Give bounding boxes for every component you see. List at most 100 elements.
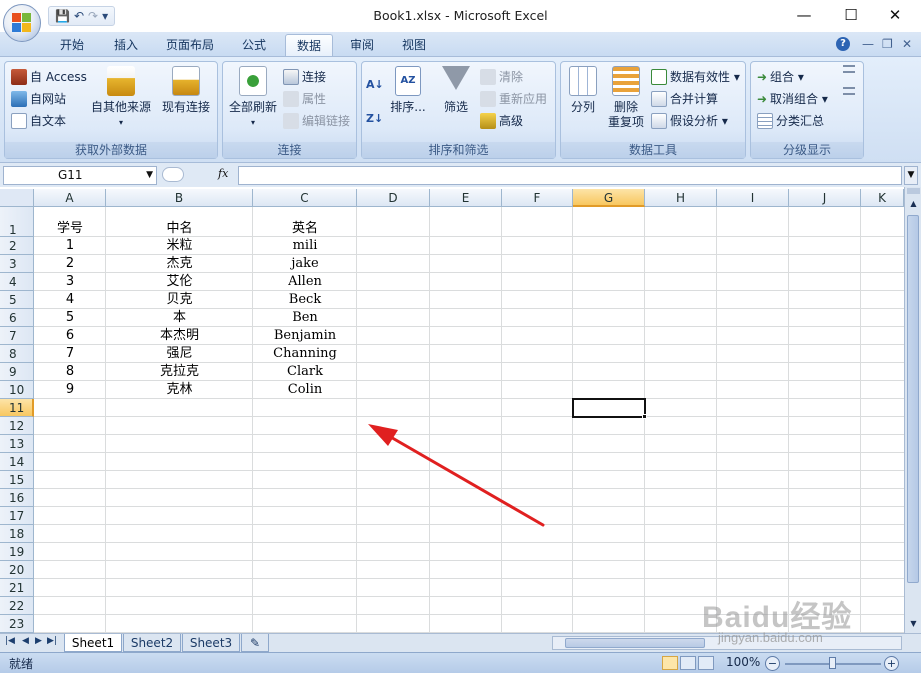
table-cell[interactable]: 1 xyxy=(34,237,106,255)
clear-filter-button[interactable]: 清除 xyxy=(480,68,523,85)
minimize-button[interactable]: — xyxy=(786,4,822,26)
existing-connections-button[interactable]: 现有连接 xyxy=(157,66,215,115)
first-sheet-icon[interactable]: |◀ xyxy=(5,636,15,646)
header-cell[interactable]: 英名 xyxy=(253,207,357,237)
zoom-level[interactable]: 100% xyxy=(726,655,760,669)
row-header-11[interactable]: 11 xyxy=(0,399,34,417)
from-access-button[interactable]: 自 Access xyxy=(11,68,87,85)
tab-review[interactable]: 审阅 xyxy=(340,34,384,56)
table-cell[interactable]: Beck xyxy=(253,291,357,309)
tab-view[interactable]: 视图 xyxy=(392,34,436,56)
tab-page-layout[interactable]: 页面布局 xyxy=(158,34,222,56)
what-if-analysis-button[interactable]: 假设分析 ▾ xyxy=(651,112,728,129)
table-cell[interactable]: Allen xyxy=(253,273,357,291)
row-header-22[interactable]: 22 xyxy=(0,597,34,615)
scroll-up-icon[interactable]: ▲ xyxy=(907,197,920,210)
tab-data[interactable]: 数据 xyxy=(285,34,333,56)
reapply-button[interactable]: 重新应用 xyxy=(480,90,547,107)
column-header-c[interactable]: C xyxy=(253,189,357,207)
select-all-button[interactable] xyxy=(0,189,34,207)
ungroup-button[interactable]: ➜ 取消组合 ▾ xyxy=(757,90,828,107)
row-header-20[interactable]: 20 xyxy=(0,561,34,579)
row-header-7[interactable]: 7 xyxy=(0,327,34,345)
table-cell[interactable]: 3 xyxy=(34,273,106,291)
vertical-scrollbar[interactable]: ▲ ▼ xyxy=(904,187,921,635)
header-cell[interactable]: 学号 xyxy=(34,207,106,237)
sort-button[interactable]: AZ 排序... xyxy=(388,66,428,115)
table-cell[interactable]: 7 xyxy=(34,345,106,363)
table-cell[interactable]: Colin xyxy=(253,381,357,399)
table-cell[interactable]: 米粒 xyxy=(106,237,253,255)
data-validation-button[interactable]: 数据有效性 ▾ xyxy=(651,68,740,85)
active-cell[interactable] xyxy=(572,398,646,418)
zoom-out-icon[interactable]: − xyxy=(765,656,780,671)
row-header-15[interactable]: 15 xyxy=(0,471,34,489)
vertical-scroll-thumb[interactable] xyxy=(907,215,919,583)
table-cell[interactable]: Benjamin xyxy=(253,327,357,345)
table-cell[interactable]: 杰克 xyxy=(106,255,253,273)
next-sheet-icon[interactable]: ▶ xyxy=(35,636,42,646)
help-icon[interactable]: ? xyxy=(836,37,850,51)
column-header-g[interactable]: G xyxy=(573,189,645,207)
table-cell[interactable]: Channing xyxy=(253,345,357,363)
page-break-view-icon[interactable] xyxy=(698,656,714,670)
from-web-button[interactable]: 自网站 xyxy=(11,90,66,107)
consolidate-button[interactable]: 合并计算 xyxy=(651,90,718,107)
table-cell[interactable]: 本 xyxy=(106,309,253,327)
sheet-tab-sheet2[interactable]: Sheet2 xyxy=(123,634,181,652)
column-header-a[interactable]: A xyxy=(34,189,106,207)
remove-duplicates-button[interactable]: 删除 重复项 xyxy=(605,66,647,130)
worksheet-grid[interactable]: ABCDEFGHIJK 1 2 3 4 5 6 7 8 9 10 11 12 13 14 15 16 17 18 1… xyxy=(0,189,904,633)
column-header-j[interactable]: J xyxy=(789,189,861,207)
table-cell[interactable]: 9 xyxy=(34,381,106,399)
table-cell[interactable]: 2 xyxy=(34,255,106,273)
normal-view-icon[interactable] xyxy=(662,656,678,670)
table-cell[interactable]: 6 xyxy=(34,327,106,345)
row-header-19[interactable]: 19 xyxy=(0,543,34,561)
row-header-2[interactable]: 2 xyxy=(0,237,34,255)
table-cell[interactable]: 5 xyxy=(34,309,106,327)
insert-sheet-icon[interactable]: ✎ xyxy=(241,634,269,652)
column-header-e[interactable]: E xyxy=(430,189,502,207)
row-header-21[interactable]: 21 xyxy=(0,579,34,597)
table-cell[interactable]: Ben xyxy=(253,309,357,327)
show-detail-icon[interactable] xyxy=(843,65,855,73)
connections-button[interactable]: 连接 xyxy=(283,68,326,85)
refresh-all-button[interactable]: 全部刷新 ▾ xyxy=(225,66,281,130)
column-header-d[interactable]: D xyxy=(357,189,430,207)
zoom-slider-knob[interactable] xyxy=(829,657,836,669)
row-header-23[interactable]: 23 xyxy=(0,615,34,633)
ribbon-minimize-icon[interactable]: — xyxy=(862,37,874,51)
sheet-tab-sheet1[interactable]: Sheet1 xyxy=(64,634,122,652)
table-cell[interactable]: 克林 xyxy=(106,381,253,399)
tab-formulas[interactable]: 公式 xyxy=(232,34,276,56)
close-button[interactable]: ✕ xyxy=(877,4,913,26)
sort-descending-button[interactable]: Z↓ xyxy=(366,112,383,125)
edit-links-button[interactable]: 编辑链接 xyxy=(283,112,350,129)
properties-button[interactable]: 属性 xyxy=(283,90,326,107)
column-header-k[interactable]: K xyxy=(861,189,904,207)
row-header-10[interactable]: 10 xyxy=(0,381,34,399)
split-box[interactable] xyxy=(907,188,920,194)
row-header-8[interactable]: 8 xyxy=(0,345,34,363)
header-cell[interactable]: 中名 xyxy=(106,207,253,237)
formula-input[interactable] xyxy=(238,166,902,185)
group-button[interactable]: ➜ 组合 ▾ xyxy=(757,68,804,85)
table-cell[interactable]: 本杰明 xyxy=(106,327,253,345)
row-header-3[interactable]: 3 xyxy=(0,255,34,273)
column-header-f[interactable]: F xyxy=(502,189,573,207)
hide-detail-icon[interactable] xyxy=(843,87,855,95)
page-layout-view-icon[interactable] xyxy=(680,656,696,670)
name-box[interactable]: G11 ▼ xyxy=(3,166,157,185)
expand-formula-bar-icon[interactable]: ▼ xyxy=(904,166,918,185)
filter-button[interactable]: 筛选 xyxy=(438,66,474,115)
text-to-columns-button[interactable]: 分列 xyxy=(563,66,603,115)
subtotal-button[interactable]: 分类汇总 xyxy=(757,112,824,129)
ribbon-restore-icon[interactable]: ❐ xyxy=(882,37,893,51)
from-other-sources-button[interactable]: 自其他来源 ▾ xyxy=(89,66,153,130)
table-cell[interactable]: 4 xyxy=(34,291,106,309)
row-header-14[interactable]: 14 xyxy=(0,453,34,471)
table-cell[interactable]: Clark xyxy=(253,363,357,381)
from-text-button[interactable]: 自文本 xyxy=(11,112,66,129)
advanced-filter-button[interactable]: 高级 xyxy=(480,112,523,129)
